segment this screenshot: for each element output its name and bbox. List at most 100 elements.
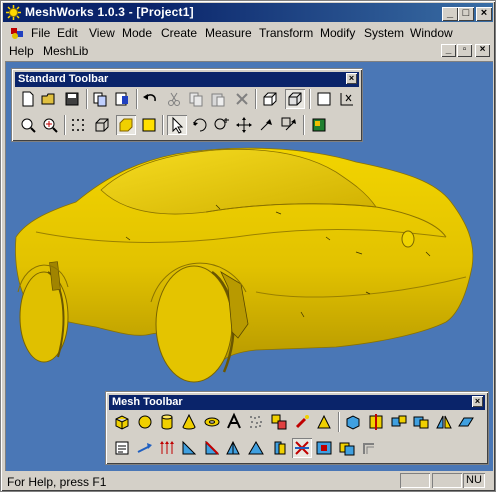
sphere-icon[interactable] [135,412,155,432]
triangle-tool-icon[interactable] [179,438,199,458]
toolbar-separator [86,89,88,109]
undo-icon[interactable] [140,89,160,109]
paste-icon[interactable] [208,89,228,109]
up-arrows-icon[interactable] [157,438,177,458]
mdi-minimize-button[interactable]: _ [441,44,456,57]
status-pane-1 [400,473,430,488]
arrow-tool-icon[interactable] [135,438,155,458]
wireframe-icon[interactable] [92,115,112,135]
triangle-split-icon[interactable] [224,438,244,458]
menu-modify[interactable]: Modify [320,26,355,40]
status-bar: For Help, press F1 NU [3,472,493,491]
shaded-icon[interactable] [116,115,136,135]
toolbar-separator [338,412,340,432]
toolbar-separator [255,89,257,109]
triangle-icon[interactable] [314,412,334,432]
menu-system[interactable]: System [364,26,404,40]
menu-meshlib[interactable]: MeshLib [43,44,88,58]
corner-icon[interactable] [360,438,380,458]
flat-shaded-icon[interactable] [139,115,159,135]
status-num-indicator: NU [463,473,485,488]
rotate-icon[interactable] [190,115,210,135]
pan-icon[interactable] [234,115,254,135]
move-icon[interactable] [256,115,276,135]
menu-file[interactable]: File [31,26,50,40]
standard-toolbar-titlebar[interactable]: Standard Toolbar × [15,72,359,87]
maximize-button[interactable]: □ [458,7,474,21]
box-outline-icon[interactable] [285,89,305,109]
copy-icon[interactable] [186,89,206,109]
paste-view-icon[interactable] [112,89,132,109]
toolbar-separator [309,89,311,109]
triangle-fill-icon[interactable] [246,438,266,458]
box-icon[interactable] [260,89,280,109]
mesh-toolbar: Mesh Toolbar × [105,391,489,465]
copy-view-icon[interactable] [90,89,110,109]
zoom-tool-icon[interactable] [212,115,232,135]
white-box-icon[interactable] [314,89,334,109]
boolean-icon[interactable] [411,412,431,432]
menu-measure[interactable]: Measure [205,26,252,40]
menu-bar: File Edit View Mode Create Measure Trans… [3,23,493,42]
open-folder-icon[interactable] [39,89,59,109]
mdi-restore-button[interactable]: ▫ [457,44,472,57]
toolbar-separator [136,89,138,109]
merge-icon[interactable] [269,412,289,432]
title-bar[interactable]: MeshWorks 1.0.3 - [Project1] _ □ × [3,3,493,22]
properties-icon[interactable] [112,438,132,458]
corner-select-icon[interactable] [337,89,357,109]
save-icon[interactable] [62,89,82,109]
main-window: MeshWorks 1.0.3 - [Project1] _ □ × File … [0,0,496,492]
toolbar-separator [64,115,66,135]
axis-icon[interactable] [279,115,299,135]
plane-icon[interactable] [456,412,476,432]
noise-icon[interactable] [246,412,266,432]
app-icon [6,5,21,20]
cone-icon[interactable] [179,412,199,432]
menu-transform[interactable]: Transform [259,26,313,40]
torus-icon[interactable] [202,412,222,432]
window-title: MeshWorks 1.0.3 - [Project1] [25,5,194,19]
zoom-fit-icon[interactable] [40,115,60,135]
minimize-button[interactable]: _ [442,7,458,21]
mirror-icon[interactable] [434,412,454,432]
extrude-icon[interactable] [269,438,289,458]
menu-create[interactable]: Create [161,26,197,40]
mesh-toolbar-titlebar[interactable]: Mesh Toolbar × [109,395,485,410]
menu-mode[interactable]: Mode [122,26,152,40]
zoom-icon[interactable] [18,115,38,135]
standard-toolbar-title: Standard Toolbar [18,73,109,85]
box-split-icon[interactable] [389,412,409,432]
toolbar-separator [162,115,164,135]
triangle-edge-icon[interactable] [202,438,222,458]
toolbar-separator [303,115,305,135]
cube-icon[interactable] [112,412,132,432]
mesh-toolbar-title: Mesh Toolbar [112,396,183,408]
menu-window[interactable]: Window [410,26,453,40]
subtract-icon[interactable] [314,438,334,458]
point-display-icon[interactable] [68,115,88,135]
cylinder-icon[interactable] [157,412,177,432]
intersect-icon[interactable] [337,438,357,458]
cut-icon[interactable] [164,89,184,109]
text-icon[interactable] [224,412,244,432]
brush-icon[interactable] [292,412,312,432]
delete-icon[interactable] [232,89,252,109]
new-document-icon[interactable] [18,89,38,109]
mdi-close-button[interactable]: × [475,44,490,57]
cross-icon[interactable] [292,438,312,458]
split-icon[interactable] [366,412,386,432]
close-button[interactable]: × [476,7,492,21]
face-select-icon[interactable] [343,412,363,432]
mesh-toolbar-close-button[interactable]: × [472,396,483,407]
standard-toolbar-close-button[interactable]: × [346,73,357,84]
document-icon[interactable] [9,25,25,41]
menu-view[interactable]: View [89,26,115,40]
menu-help[interactable]: Help [9,44,34,58]
menu-bar-row2: Help MeshLib _ ▫ × [3,41,493,60]
menu-edit[interactable]: Edit [57,26,78,40]
select-arrow-icon[interactable] [167,115,187,135]
render-icon[interactable] [309,115,329,135]
status-pane-2 [432,473,462,488]
standard-toolbar: Standard Toolbar × [11,68,363,142]
